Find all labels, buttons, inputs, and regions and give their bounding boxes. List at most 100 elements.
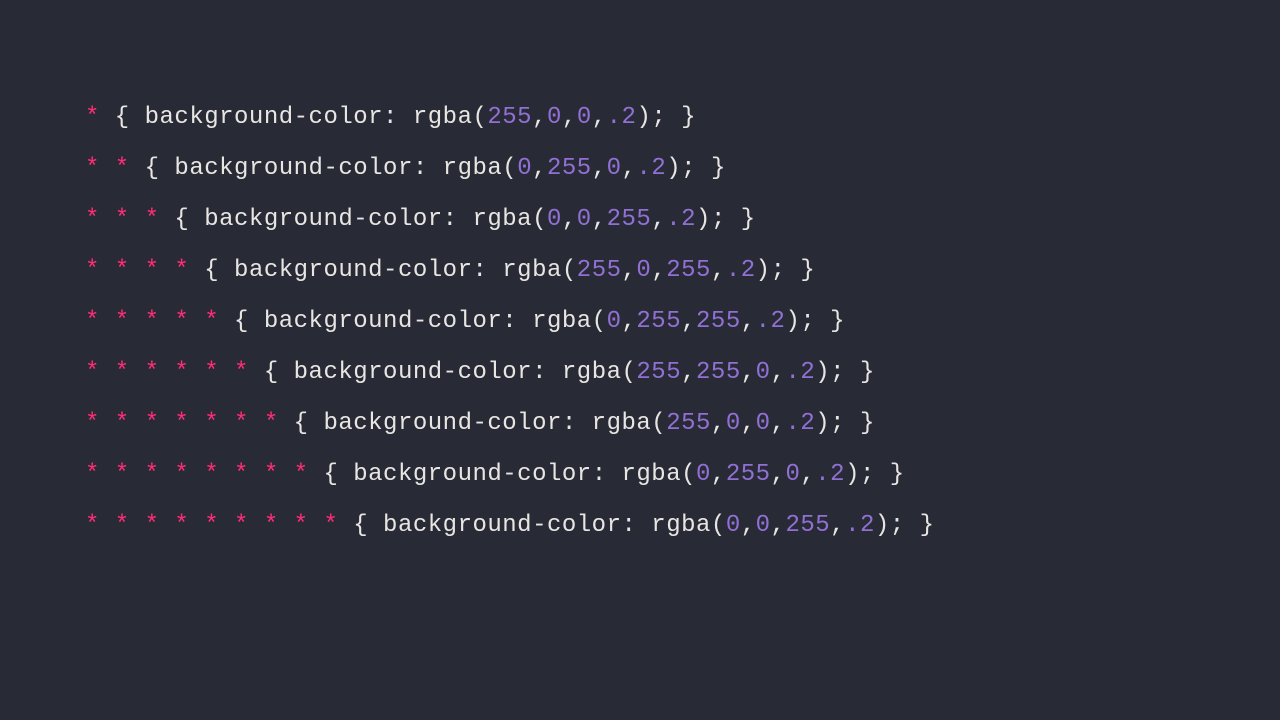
code-token-number: 0 [636,257,651,284]
code-token-number: 0 [756,410,771,437]
code-token-number: .2 [756,308,786,335]
code-token-default: , [592,155,607,182]
code-token-selector: * * * * * [85,308,219,335]
code-line: * * * { background-color: rgba(0,0,255,.… [85,202,1195,238]
code-token-default: { background-color: rgba( [338,512,725,539]
code-token-number: 0 [547,206,562,233]
code-token-number: 255 [666,410,711,437]
code-token-default: , [681,359,696,386]
code-token-default: , [711,410,726,437]
code-token-default: ); } [785,308,845,335]
code-token-default: , [771,410,786,437]
code-line: * * { background-color: rgba(0,255,0,.2)… [85,151,1195,187]
code-token-default: , [771,512,786,539]
code-token-number: 0 [607,155,622,182]
code-token-default: , [532,155,547,182]
code-token-default: , [532,104,547,131]
code-token-number: 0 [726,410,741,437]
code-line: * * * * * { background-color: rgba(0,255… [85,304,1195,340]
code-token-default: { background-color: rgba( [130,155,517,182]
code-line: * * * * * * * * { background-color: rgba… [85,457,1195,493]
code-token-number: 0 [577,104,592,131]
code-token-number: 255 [696,308,741,335]
code-token-default: ); } [666,155,726,182]
code-token-selector: * * * * * * * * * [85,512,338,539]
code-token-number: 255 [607,206,652,233]
code-token-default: ); } [756,257,816,284]
code-token-default: , [741,359,756,386]
code-token-default: , [771,359,786,386]
code-token-number: 0 [517,155,532,182]
code-token-selector: * * * * * * * [85,410,279,437]
code-token-number: .2 [785,410,815,437]
code-token-number: 255 [487,104,532,131]
code-token-number: 0 [756,359,771,386]
code-token-default: , [622,308,637,335]
code-token-default: , [592,104,607,131]
code-token-default: , [741,410,756,437]
code-token-number: 255 [696,359,741,386]
code-token-default: { background-color: rgba( [219,308,606,335]
code-token-number: 0 [607,308,622,335]
code-token-default: , [562,104,577,131]
code-token-number: .2 [666,206,696,233]
code-token-selector: * * * [85,206,160,233]
code-token-default: { background-color: rgba( [189,257,576,284]
code-token-selector: * [85,104,100,131]
code-token-default: ); } [636,104,696,131]
code-line: * { background-color: rgba(255,0,0,.2); … [85,100,1195,136]
code-token-default: ); } [845,461,905,488]
code-token-default: ); } [875,512,935,539]
code-token-default: , [771,461,786,488]
code-token-default: , [741,512,756,539]
code-token-number: 255 [726,461,771,488]
code-token-selector: * * * * * * * * [85,461,309,488]
code-snippet: * { background-color: rgba(255,0,0,.2); … [85,100,1195,544]
code-token-number: 255 [636,308,681,335]
code-token-selector: * * [85,155,130,182]
code-token-default: , [562,206,577,233]
code-token-default: , [651,257,666,284]
code-token-number: 0 [785,461,800,488]
code-token-number: 255 [785,512,830,539]
code-token-selector: * * * * * * [85,359,249,386]
code-token-number: 0 [696,461,711,488]
code-line: * * * * * * * * * { background-color: rg… [85,508,1195,544]
code-token-default: , [711,257,726,284]
code-token-default: , [622,257,637,284]
code-token-default: ); } [815,359,875,386]
code-token-number: 255 [577,257,622,284]
code-token-default: , [592,206,607,233]
code-token-number: .2 [607,104,637,131]
code-token-default: { background-color: rgba( [249,359,636,386]
code-token-default: ); } [696,206,756,233]
code-token-number: .2 [636,155,666,182]
code-token-default: , [622,155,637,182]
code-line: * * * * * * { background-color: rgba(255… [85,355,1195,391]
code-token-number: 0 [577,206,592,233]
code-token-number: .2 [785,359,815,386]
code-token-default: , [711,461,726,488]
code-token-number: 0 [547,104,562,131]
code-token-default: { background-color: rgba( [279,410,666,437]
code-token-number: .2 [845,512,875,539]
code-token-default: , [830,512,845,539]
code-token-number: 0 [726,512,741,539]
code-token-number: .2 [815,461,845,488]
code-token-default: { background-color: rgba( [160,206,547,233]
code-token-number: .2 [726,257,756,284]
code-token-default: { background-color: rgba( [100,104,487,131]
code-token-default: ); } [815,410,875,437]
code-line: * * * * * * * { background-color: rgba(2… [85,406,1195,442]
code-token-default: , [681,308,696,335]
code-token-default: , [651,206,666,233]
code-token-default: , [741,308,756,335]
code-token-selector: * * * * [85,257,189,284]
code-token-number: 255 [547,155,592,182]
code-token-number: 255 [666,257,711,284]
code-token-number: 0 [756,512,771,539]
code-token-default: { background-color: rgba( [309,461,696,488]
code-token-number: 255 [636,359,681,386]
code-line: * * * * { background-color: rgba(255,0,2… [85,253,1195,289]
code-token-default: , [800,461,815,488]
